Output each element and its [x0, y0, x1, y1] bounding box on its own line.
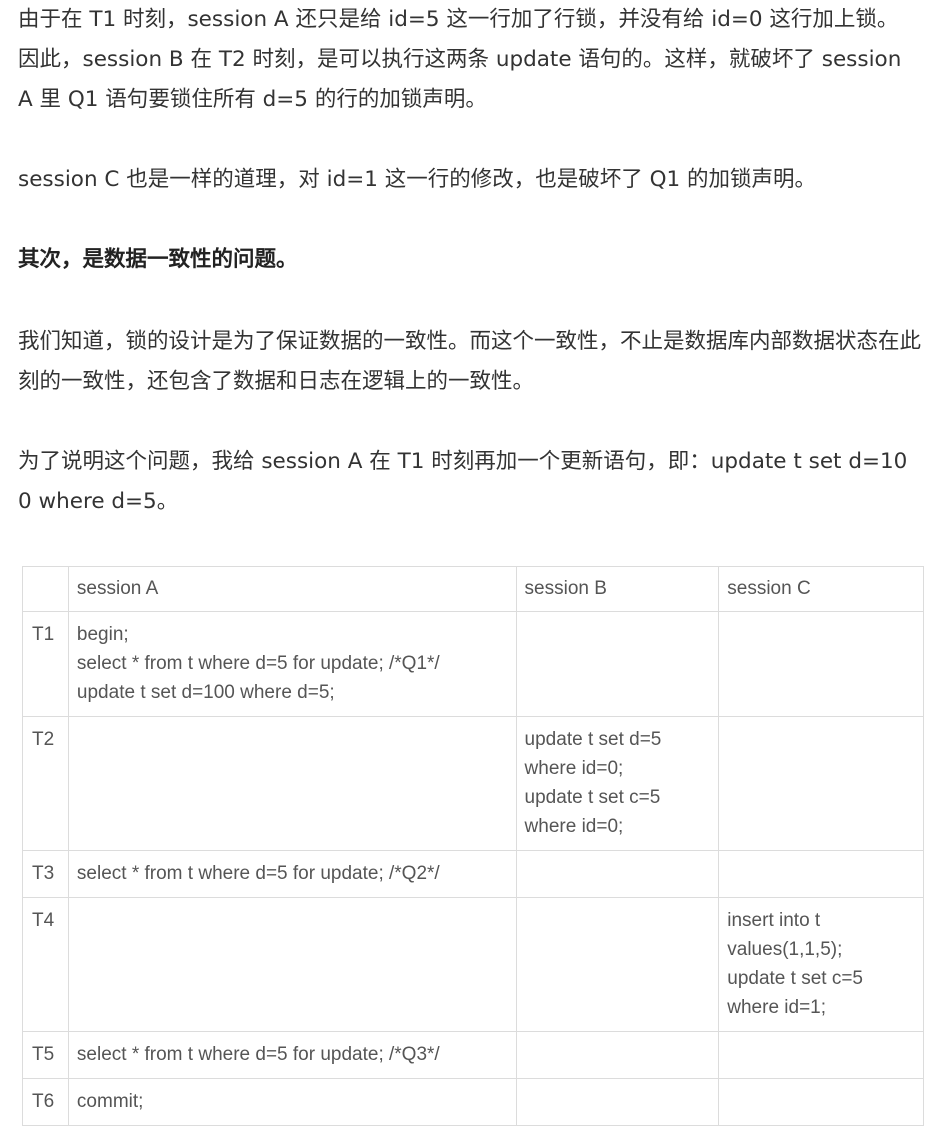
- header-cell-session-b: session B: [515, 566, 720, 612]
- session-c-cell: [718, 1078, 924, 1126]
- sql-line: select * from t where d=5 for update; /*…: [76, 653, 440, 674]
- session-a-cell: select * from t where d=5 for update; /*…: [67, 850, 517, 898]
- session-a-cell: begin; select * from t where d=5 for upda…: [67, 611, 517, 717]
- session-c-cell: insert into t values(1,1,5); update t set …: [718, 897, 924, 1032]
- paragraph-lock-explanation: 由于在 T1 时刻，session A 还只是给 id=5 这一行加了行锁，并没…: [18, 7, 902, 112]
- row-time-label: T4: [22, 897, 69, 1032]
- session-b-cell: [515, 611, 720, 717]
- session-a-cell: select * from t where d=5 for update; /*…: [67, 1031, 517, 1079]
- paragraph-update-statement: 为了说明这个问题，我给 session A 在 T1 时刻再加一个更新语句，即：…: [18, 449, 908, 514]
- header-cell-session-c: session C: [718, 566, 924, 612]
- table-row: T2 update t set d=5 where id=0; update t se…: [22, 716, 924, 851]
- sql-line: begin;: [76, 624, 129, 645]
- table-row: T3 select * from t where d=5 for update; …: [22, 850, 924, 898]
- sql-line: select * from t where d=5 for update; /*…: [76, 1044, 440, 1065]
- table-row: T6 commit;: [22, 1078, 924, 1126]
- table-row: T5 select * from t where d=5 for update; …: [22, 1031, 924, 1079]
- session-c-cell: [718, 611, 924, 717]
- header-cell-time: [22, 566, 69, 612]
- sql-line: update t set c=5: [727, 968, 864, 989]
- session-c-cell: [718, 1031, 924, 1079]
- sql-line: commit;: [76, 1091, 144, 1112]
- sql-line: where id=0;: [524, 758, 624, 779]
- table-row: T4 insert into t values(1,1,5); update t se…: [22, 897, 924, 1032]
- sql-line: where id=0;: [524, 816, 624, 837]
- row-time-label: T3: [22, 850, 69, 898]
- row-time-label: T2: [22, 716, 69, 851]
- session-a-cell: [67, 897, 517, 1032]
- sql-line: values(1,1,5);: [727, 939, 843, 960]
- paragraph-heading-consistency: 其次，是数据一致性的问题。: [18, 247, 298, 272]
- sql-line: select * from t where d=5 for update; /*…: [76, 863, 440, 884]
- row-time-label: T1: [22, 611, 69, 717]
- paragraph-session-c: session C 也是一样的道理，对 id=1 这一行的修改，也是破坏了 Q1…: [18, 167, 817, 192]
- paragraph-consistency-explanation: 我们知道，锁的设计是为了保证数据的一致性。而这个一致性，不止是数据库内部数据状态…: [18, 329, 922, 394]
- session-c-cell: [718, 850, 924, 898]
- sql-line: update t set d=100 where d=5;: [76, 682, 335, 703]
- session-timeline-table: session A session B session C T1 begin; se…: [22, 566, 924, 1126]
- table-header-row: session A session B session C: [22, 566, 924, 612]
- header-cell-session-a: session A: [67, 566, 517, 612]
- session-c-cell: [718, 716, 924, 851]
- row-time-label: T6: [22, 1078, 69, 1126]
- session-b-cell: update t set d=5 where id=0; update t set …: [515, 716, 720, 851]
- session-b-cell: [515, 1078, 720, 1126]
- session-b-cell: [515, 1031, 720, 1079]
- table-row: T1 begin; select * from t where d=5 for up…: [22, 611, 924, 717]
- session-b-cell: [515, 897, 720, 1032]
- sql-line: insert into t: [727, 910, 821, 931]
- session-a-cell: commit;: [67, 1078, 517, 1126]
- session-a-cell: [67, 716, 517, 851]
- session-b-cell: [515, 850, 720, 898]
- row-time-label: T5: [22, 1031, 69, 1079]
- sql-line: where id=1;: [727, 997, 827, 1018]
- sql-line: update t set c=5: [524, 787, 661, 808]
- sql-line: update t set d=5: [524, 729, 662, 750]
